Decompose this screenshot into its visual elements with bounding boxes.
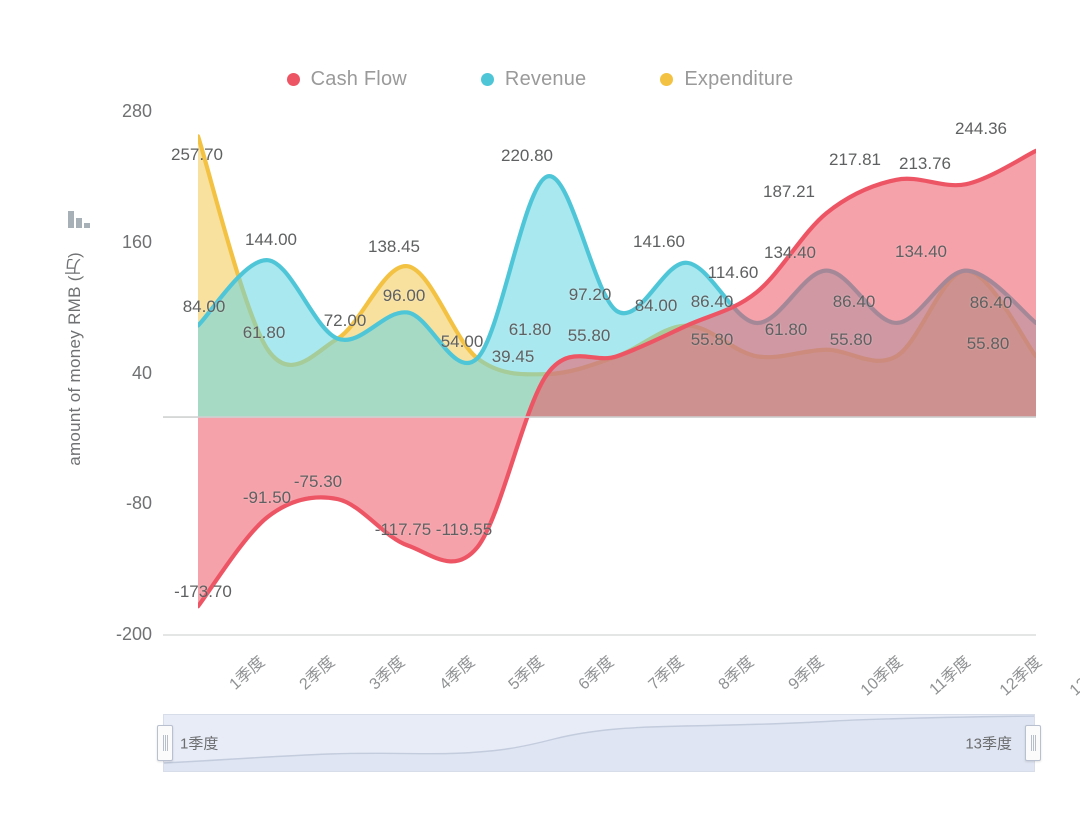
- datazoom-slider[interactable]: 1季度 13季度: [157, 714, 1041, 772]
- datazoom-handle-right[interactable]: [1025, 725, 1041, 761]
- area-chart: Cash Flow Revenue Expenditure amount of …: [0, 0, 1080, 828]
- data-point-label: 55.80: [966, 334, 1010, 353]
- data-point-label: 220.80: [501, 146, 553, 165]
- data-point-label: 96.00: [382, 286, 426, 305]
- data-point-label: 86.40: [832, 292, 876, 311]
- data-point-label: 187.21: [763, 182, 815, 201]
- data-point-label: 141.60: [633, 232, 685, 251]
- data-point-label: 114.60: [707, 263, 759, 282]
- data-point-label: 86.40: [969, 293, 1013, 312]
- y-axis-ticks: 280 160 40 -80 -200: [115, 101, 152, 644]
- data-point-label: 86.40: [690, 292, 734, 311]
- datazoom-preview: [164, 715, 1034, 771]
- data-point-label: 61.80: [508, 320, 552, 339]
- data-point-label: 213.76: [899, 154, 951, 173]
- data-point-label: 138.45: [368, 237, 420, 256]
- plot-area: [163, 134, 1036, 636]
- data-point-label: 55.80: [690, 330, 734, 349]
- data-point-label: 55.80: [829, 330, 873, 349]
- data-point-label: 54.00: [440, 332, 484, 351]
- data-point-label: 244.36: [955, 119, 1007, 138]
- data-point-label: -91.50: [242, 488, 292, 507]
- data-point-label: 61.80: [242, 323, 286, 342]
- data-point-label: 72.00: [323, 311, 367, 330]
- data-point-label: 84.00: [634, 296, 678, 315]
- datazoom-end-label: 13季度: [965, 735, 1012, 753]
- data-point-label: 257.70: [171, 145, 223, 164]
- grip-icon: [162, 735, 168, 751]
- data-point-label: 61.80: [764, 320, 808, 339]
- grip-icon: [1030, 735, 1036, 751]
- data-point-label: -117.75: [374, 520, 432, 539]
- data-point-label: 84.00: [182, 297, 226, 316]
- data-point-label: 134.40: [764, 243, 816, 262]
- data-point-label: 144.00: [245, 230, 297, 249]
- data-point-label: 134.40: [895, 242, 947, 261]
- data-point-label: -119.55: [435, 520, 493, 539]
- datazoom-start-label: 1季度: [180, 735, 219, 753]
- data-point-label: -173.70: [174, 582, 232, 601]
- datazoom-handle-left[interactable]: [157, 725, 173, 761]
- data-point-label: 55.80: [567, 326, 611, 345]
- data-point-label: 97.20: [568, 285, 612, 304]
- data-point-label: 39.45: [491, 347, 535, 366]
- data-point-label: 217.81: [829, 150, 881, 169]
- data-point-label: -75.30: [293, 472, 343, 491]
